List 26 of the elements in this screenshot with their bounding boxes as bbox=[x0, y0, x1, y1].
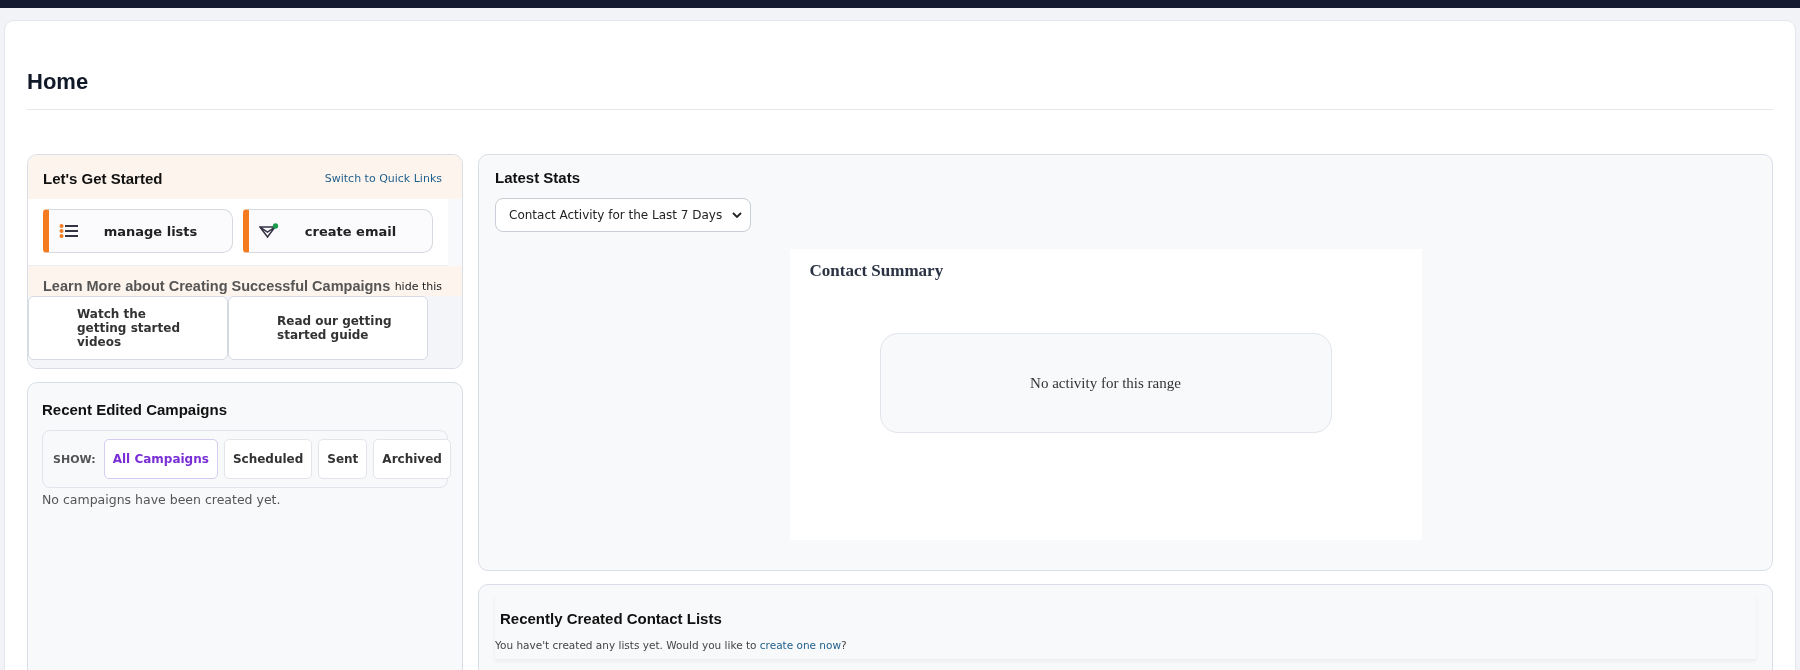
chevron-down-icon bbox=[732, 212, 743, 218]
empty-message: No campaigns have been created yet. bbox=[42, 492, 281, 507]
resource-button[interactable]: Watch the getting started videos bbox=[28, 296, 228, 360]
action-button[interactable]: create email bbox=[243, 209, 433, 253]
page-title: Home bbox=[27, 69, 1773, 110]
card-title: Latest Stats bbox=[495, 169, 581, 186]
resource-button[interactable]: Read our getting started guide bbox=[228, 296, 428, 360]
list-icon bbox=[59, 223, 79, 239]
switch-link[interactable]: Switch to Quick Links bbox=[324, 172, 442, 185]
section-heading: Learn More about Creating Successful Campaigns bbox=[43, 278, 391, 294]
hide-link[interactable]: hide this bbox=[394, 280, 442, 293]
range-select[interactable]: Contact Activity for the Last 7 Days bbox=[495, 198, 752, 232]
empty-message: No activity for this range bbox=[1030, 374, 1181, 392]
card-title: Recently Created Contact Lists bbox=[500, 610, 722, 627]
envelope-check-icon bbox=[259, 223, 279, 239]
chart-title: Contact Summary bbox=[809, 261, 944, 281]
filter-tab[interactable]: Sent bbox=[318, 439, 368, 479]
card-title: Let's Get Started bbox=[43, 170, 163, 187]
filter-label: SHOW: bbox=[53, 452, 96, 466]
create-link[interactable]: create one now bbox=[759, 639, 842, 651]
filter-tab[interactable]: All Campaigns bbox=[103, 439, 218, 479]
filter-tab[interactable]: Archived bbox=[373, 439, 451, 479]
empty-message: You have't created any lists yet. Would you like to create one now? bbox=[495, 639, 847, 651]
action-button[interactable]: manage lists bbox=[43, 209, 233, 253]
card-title: Recent Edited Campaigns bbox=[42, 401, 228, 418]
filter-tab[interactable]: Scheduled bbox=[223, 439, 313, 479]
